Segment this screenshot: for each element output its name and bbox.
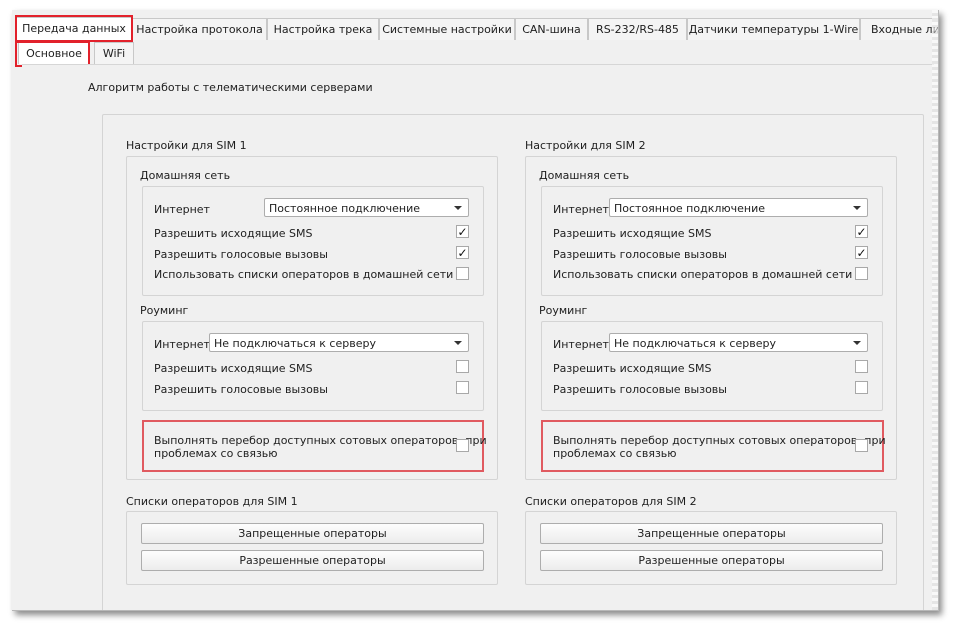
chevron-down-icon xyxy=(853,206,861,210)
sim2-roaming-internet-value: Не подключаться к серверу xyxy=(614,337,776,350)
sim1-home-internet-label: Интернет xyxy=(154,203,210,216)
tab-highlight-frame xyxy=(15,15,133,42)
sim1-roaming-internet-select[interactable]: Не подключаться к серверу xyxy=(209,333,469,352)
sim1-title: Настройки для SIM 1 xyxy=(126,139,247,152)
sim2-roaming-title: Роуминг xyxy=(539,304,588,317)
sim1-operator-search-line1: Выполнять перебор доступных сотовых опер… xyxy=(154,434,487,447)
tab-can-bus[interactable]: CAN-шина xyxy=(515,18,588,40)
sim2-home-sms-checkbox[interactable]: ✓ xyxy=(855,225,868,238)
sim1-home-internet-value: Постоянное подключение xyxy=(269,202,421,215)
checkmark-icon: ✓ xyxy=(856,225,867,239)
sim2-home-title: Домашняя сеть xyxy=(539,169,630,182)
tab-input-lines[interactable]: Входные линии xyxy=(860,18,938,40)
sim1-home-operators-checkbox[interactable] xyxy=(456,267,469,280)
sim1-home-internet-select[interactable]: Постоянное подключение xyxy=(264,198,469,217)
sim2-title: Настройки для SIM 2 xyxy=(525,139,646,152)
sim1-roaming-calls-label: Разрешить голосовые вызовы xyxy=(154,383,328,396)
sim2-operator-search-checkbox[interactable] xyxy=(855,439,868,452)
sim2-roaming-internet-select[interactable]: Не подключаться к серверу xyxy=(609,333,868,352)
sim2-roaming-calls-checkbox[interactable] xyxy=(855,381,868,394)
sim2-forbidden-operators-button[interactable]: Запрещенные операторы xyxy=(540,523,883,544)
chevron-down-icon xyxy=(454,206,462,210)
settings-window: Передача данных Настройка протокола Наст… xyxy=(12,10,939,611)
tab-1wire-sensors[interactable]: Датчики температуры 1-Wire xyxy=(687,18,860,40)
sim1-roaming-sms-checkbox[interactable] xyxy=(456,360,469,373)
sim2-roaming-sms-label: Разрешить исходящие SMS xyxy=(553,362,712,375)
checkmark-icon: ✓ xyxy=(457,246,468,260)
checkmark-icon: ✓ xyxy=(856,246,867,260)
sim1-home-title: Домашняя сеть xyxy=(140,169,231,182)
sim2-operator-search-label: Выполнять перебор доступных сотовых опер… xyxy=(553,434,886,460)
sim2-home-operators-checkbox[interactable] xyxy=(855,267,868,280)
sim2-operator-search-line1: Выполнять перебор доступных сотовых опер… xyxy=(553,434,886,447)
sim1-allowed-operators-button[interactable]: Разрешенные операторы xyxy=(141,550,484,571)
subtab-wifi[interactable]: WiFi xyxy=(94,42,134,64)
sim2-home-internet-value: Постоянное подключение xyxy=(614,202,766,215)
sim1-home-sms-checkbox[interactable]: ✓ xyxy=(456,225,469,238)
sim1-operator-search-checkbox[interactable] xyxy=(456,439,469,452)
main-tab-bar: Передача данных Настройка протокола Наст… xyxy=(12,17,938,41)
chevron-down-icon xyxy=(853,341,861,345)
torn-edge xyxy=(932,10,938,610)
sim1-operator-search-line2: проблемах со связью xyxy=(154,447,278,460)
tab-rs232-rs485[interactable]: RS-232/RS-485 xyxy=(588,18,687,40)
sim2-home-internet-select[interactable]: Постоянное подключение xyxy=(609,198,868,217)
sim1-roaming-sms-label: Разрешить исходящие SMS xyxy=(154,362,313,375)
sim1-lists-title: Списки операторов для SIM 1 xyxy=(126,495,298,508)
sim2-allowed-operators-button[interactable]: Разрешенные операторы xyxy=(540,550,883,571)
sim1-forbidden-operators-button[interactable]: Запрещенные операторы xyxy=(141,523,484,544)
sim2-home-operators-label: Использовать списки операторов в домашне… xyxy=(553,268,853,281)
sim2-home-internet-label: Интернет xyxy=(553,203,609,216)
sim2-roaming-sms-checkbox[interactable] xyxy=(855,360,868,373)
sim2-lists-title: Списки операторов для SIM 2 xyxy=(525,495,697,508)
sim1-roaming-title: Роуминг xyxy=(140,304,189,317)
sim1-home-calls-label: Разрешить голосовые вызовы xyxy=(154,248,328,261)
sim1-roaming-internet-label: Интернет xyxy=(154,338,210,351)
tab-protocol-settings[interactable]: Настройка протокола xyxy=(132,18,267,40)
sim2-home-calls-label: Разрешить голосовые вызовы xyxy=(553,248,727,261)
checkmark-icon: ✓ xyxy=(457,225,468,239)
sim1-home-operators-label: Использовать списки операторов в домашне… xyxy=(154,268,454,281)
sim2-roaming-calls-label: Разрешить голосовые вызовы xyxy=(553,383,727,396)
sim2-operator-search-line2: проблемах со связью xyxy=(553,447,677,460)
sim1-home-calls-checkbox[interactable]: ✓ xyxy=(456,246,469,259)
chevron-down-icon xyxy=(454,341,462,345)
sim1-operator-search-label: Выполнять перебор доступных сотовых опер… xyxy=(154,434,487,460)
sim2-home-sms-label: Разрешить исходящие SMS xyxy=(553,227,712,240)
sim1-roaming-internet-value: Не подключаться к серверу xyxy=(214,337,376,350)
sim1-roaming-calls-checkbox[interactable] xyxy=(456,381,469,394)
tab-track-settings[interactable]: Настройка трека xyxy=(267,18,379,40)
sim2-roaming-internet-label: Интернет xyxy=(553,338,609,351)
sim2-home-calls-checkbox[interactable]: ✓ xyxy=(855,246,868,259)
algorithm-group-title: Алгоритм работы с телематическими сервер… xyxy=(88,81,373,94)
sim1-home-sms-label: Разрешить исходящие SMS xyxy=(154,227,313,240)
tab-system-settings[interactable]: Системные настройки xyxy=(379,18,515,40)
